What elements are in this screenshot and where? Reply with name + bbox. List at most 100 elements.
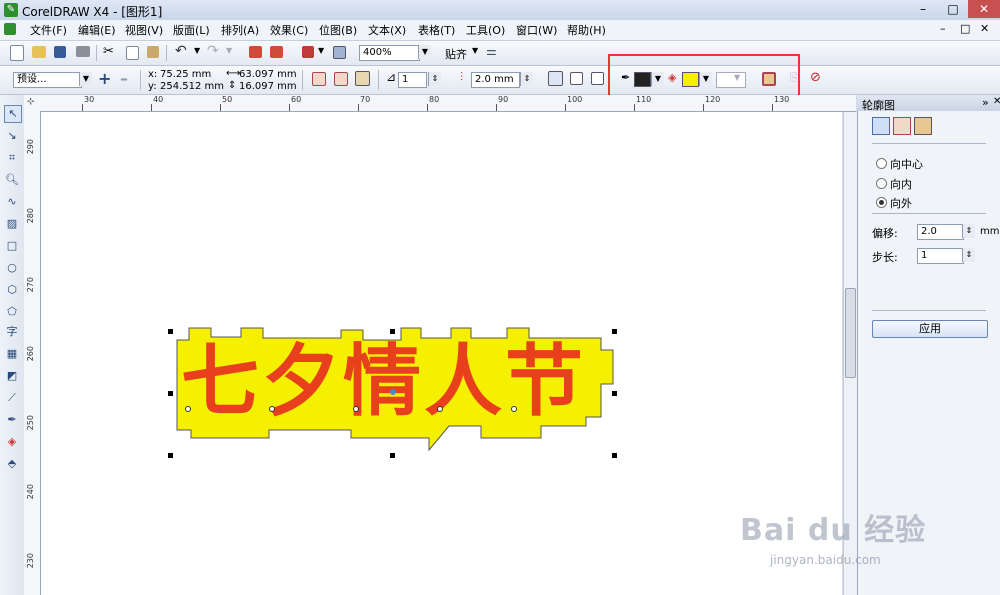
center-marker[interactable]	[390, 389, 396, 395]
save-icon[interactable]	[54, 46, 66, 58]
snap-to-button[interactable]: 贴齐	[445, 46, 467, 62]
to-center-icon[interactable]	[312, 72, 326, 86]
paste-icon[interactable]	[147, 46, 159, 58]
selection-handle[interactable]	[168, 453, 173, 458]
counterclockwise-color-icon[interactable]	[591, 72, 604, 85]
freehand-tool-icon[interactable]: ∿	[4, 194, 20, 210]
offset-field[interactable]: 2.0 mm	[471, 72, 520, 88]
outline-tool-icon[interactable]: ✒	[4, 412, 20, 428]
interactive-fill-tool-icon[interactable]: ⬘	[4, 456, 20, 472]
undo-dropdown-icon[interactable]: ▼	[194, 46, 200, 55]
outside-icon[interactable]	[355, 71, 370, 86]
drawing-canvas[interactable]: 七夕情人节	[41, 112, 842, 595]
offset-spinner-icon[interactable]: ⇕	[520, 72, 533, 86]
ruler-origin-icon[interactable]: ⊹	[27, 97, 35, 107]
text-node[interactable]	[353, 406, 359, 412]
docker-inside-icon[interactable]	[893, 117, 911, 135]
fill-tool-icon[interactable]: ◈	[4, 434, 20, 450]
selection-handle[interactable]	[612, 453, 617, 458]
add-preset-icon[interactable]: +	[98, 69, 111, 88]
menu-effects[interactable]: 效果(C)	[270, 22, 308, 38]
new-icon[interactable]	[10, 45, 24, 61]
menu-tools[interactable]: 工具(O)	[466, 22, 505, 38]
docker-offset-field[interactable]: 2.0	[917, 224, 964, 240]
steps-field[interactable]: 1	[398, 72, 427, 88]
open-icon[interactable]	[32, 46, 46, 58]
vertical-ruler[interactable]: 290 280 270 260 250 240 230	[24, 111, 41, 595]
clear-contour-icon[interactable]: ⊘	[810, 70, 821, 85]
text-node[interactable]	[511, 406, 517, 412]
text-node[interactable]	[437, 406, 443, 412]
shape-tool-icon[interactable]: ↘	[4, 128, 20, 144]
docker-outside-icon[interactable]	[914, 117, 932, 135]
crop-tool-icon[interactable]: ⌗	[4, 150, 20, 166]
x-position-field[interactable]: 75.25 mm	[160, 69, 211, 80]
selection-handle[interactable]	[390, 329, 395, 334]
radio-outside[interactable]	[876, 197, 887, 208]
zoom-level-field[interactable]: 400%	[359, 45, 420, 61]
doc-restore-icon[interactable]: □	[960, 22, 970, 35]
menu-edit[interactable]: 编辑(E)	[78, 22, 116, 38]
menu-view[interactable]: 视图(V)	[125, 22, 163, 38]
docker-steps-field[interactable]: 1	[917, 248, 964, 264]
pick-tool-icon[interactable]: ↖	[4, 105, 22, 123]
preset-dropdown-icon[interactable]: ▼	[79, 72, 92, 86]
height-field[interactable]: 16.097 mm	[239, 81, 297, 92]
options-icon[interactable]: ⚌	[486, 44, 497, 58]
radio-to-center[interactable]	[876, 158, 887, 169]
apply-button[interactable]: 应用	[872, 320, 988, 338]
text-node[interactable]	[269, 406, 275, 412]
undo-icon[interactable]: ↶	[175, 43, 187, 59]
menu-arrange[interactable]: 排列(A)	[221, 22, 259, 38]
ellipse-tool-icon[interactable]: ○	[4, 260, 20, 276]
selection-handle[interactable]	[168, 329, 173, 334]
minimize-icon[interactable]: –	[908, 0, 938, 18]
steps-spinner-icon[interactable]: ⇕	[428, 72, 441, 86]
import-icon[interactable]	[249, 46, 262, 58]
launcher-dropdown-icon[interactable]: ▼	[318, 46, 324, 55]
maximize-icon[interactable]: □	[938, 0, 968, 18]
linear-color-icon[interactable]	[548, 71, 563, 86]
docker-close-icon[interactable]: ✕	[993, 96, 1000, 107]
artwork-text[interactable]: 七夕情人节	[181, 337, 621, 427]
preset-select[interactable]: 预设...	[13, 72, 82, 88]
radio-inside[interactable]	[876, 178, 887, 189]
rectangle-tool-icon[interactable]: □	[4, 238, 20, 254]
width-field[interactable]: 63.097 mm	[239, 69, 297, 80]
polygon-tool-icon[interactable]: ⬡	[4, 282, 20, 298]
menu-help[interactable]: 帮助(H)	[567, 22, 606, 38]
docker-to-center-icon[interactable]	[872, 117, 890, 135]
smart-fill-tool-icon[interactable]: ▨	[4, 216, 20, 232]
menu-table[interactable]: 表格(T)	[418, 22, 455, 38]
horizontal-ruler[interactable]: 30 40 50 60 70 80 90 100 110 120 130	[24, 95, 856, 112]
redo-dropdown-icon[interactable]: ▼	[226, 46, 232, 55]
doc-close-icon[interactable]: ✕	[980, 22, 989, 35]
docker-offset-spinner-icon[interactable]: ⇕	[962, 224, 975, 238]
eyedropper-tool-icon[interactable]: ⟋	[4, 390, 20, 406]
copy-icon[interactable]	[126, 46, 139, 60]
menu-bitmaps[interactable]: 位图(B)	[319, 22, 357, 38]
selection-handle[interactable]	[390, 453, 395, 458]
table-tool-icon[interactable]: ▦	[4, 346, 20, 362]
selection-handle[interactable]	[168, 391, 173, 396]
welcome-screen-icon[interactable]	[333, 46, 346, 59]
menu-file[interactable]: 文件(F)	[30, 22, 67, 38]
close-icon[interactable]: ✕	[968, 0, 1000, 18]
menu-window[interactable]: 窗口(W)	[516, 22, 557, 38]
print-icon[interactable]	[76, 46, 90, 57]
application-launcher-icon[interactable]	[302, 46, 314, 58]
cut-icon[interactable]: ✂	[103, 44, 114, 59]
text-node[interactable]	[185, 406, 191, 412]
clockwise-color-icon[interactable]	[570, 72, 583, 85]
y-position-field[interactable]: 254.512 mm	[160, 81, 224, 92]
docker-steps-spinner-icon[interactable]: ⇕	[962, 248, 975, 262]
redo-icon[interactable]: ↷	[207, 43, 219, 59]
inside-icon[interactable]	[334, 72, 348, 86]
selection-handle[interactable]	[612, 329, 617, 334]
doc-minimize-icon[interactable]: –	[940, 22, 946, 35]
menu-text[interactable]: 文本(X)	[368, 22, 406, 38]
snap-dropdown-icon[interactable]: ▼	[472, 46, 478, 55]
basic-shapes-tool-icon[interactable]: ⬠	[4, 304, 20, 320]
scrollbar-thumb[interactable]	[845, 288, 856, 378]
zoom-dropdown-icon[interactable]: ▼	[418, 45, 431, 59]
